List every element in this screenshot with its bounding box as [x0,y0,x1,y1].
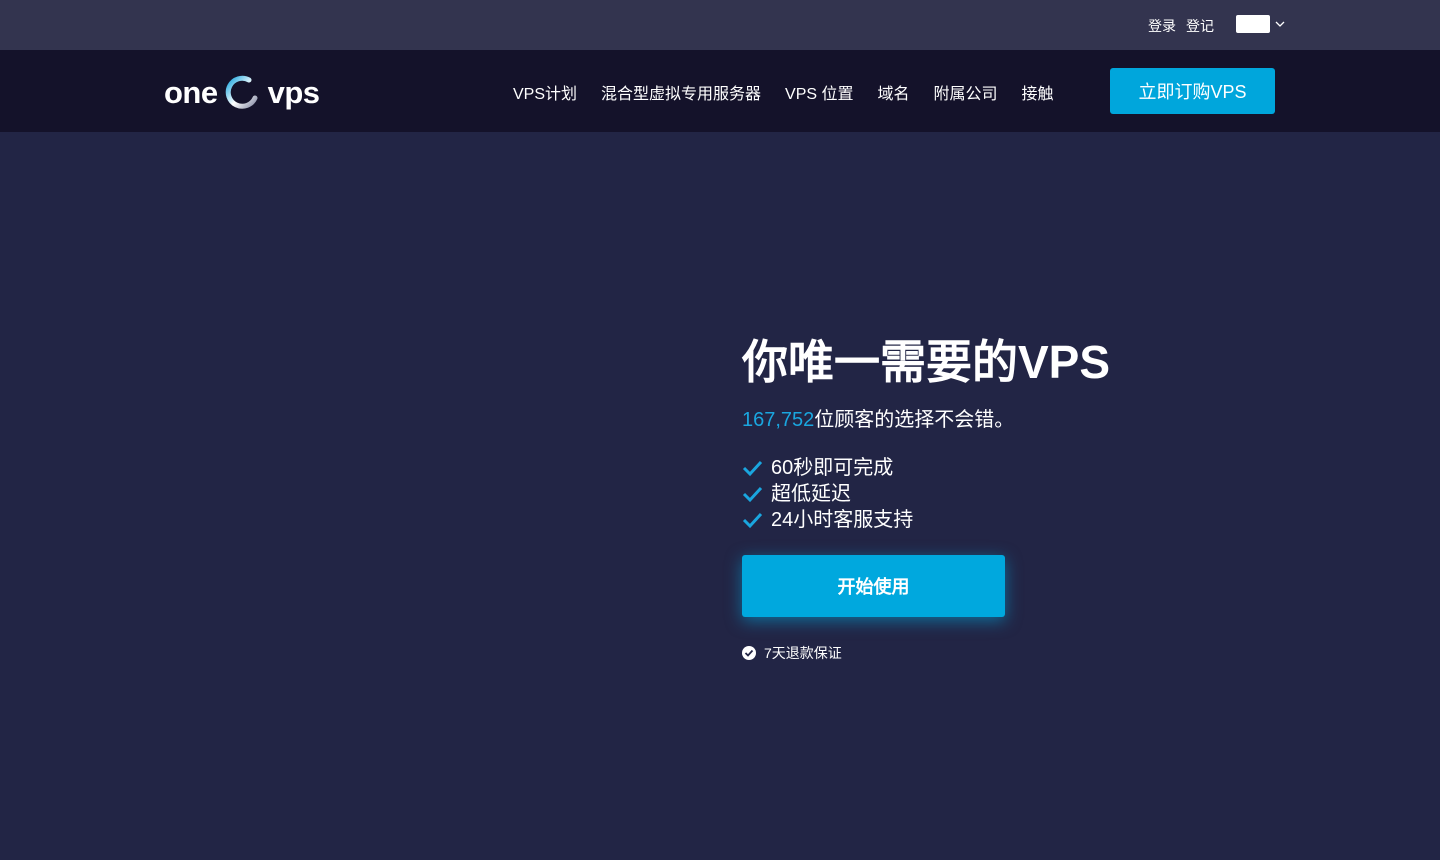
check-circle-icon [742,646,756,660]
check-icon [742,460,763,477]
check-icon [742,512,763,529]
customer-count: 167,752 [742,409,815,431]
hero-section: 你唯一需要的VPS 167,752位顾客的选择不会错。 60秒即可完成 超低延迟… [742,335,1262,663]
nav-item-affiliates[interactable]: 附属公司 [934,80,998,104]
language-selector[interactable] [1236,15,1286,33]
chevron-down-icon [1275,21,1285,27]
feature-list: 60秒即可完成 超低延迟 24小时客服支持 [742,455,1262,533]
start-button[interactable]: 开始使用 [742,555,1005,617]
nav-item-contact[interactable]: 接触 [1022,80,1054,104]
site-logo[interactable]: one vps [164,74,320,112]
login-link[interactable]: 登录 [1148,16,1176,36]
feature-label: 24小时客服支持 [771,509,914,531]
nav-item-vps-plans[interactable]: VPS计划 [513,80,577,104]
feature-item: 60秒即可完成 [742,455,1262,481]
logo-word-right: vps [267,75,320,110]
auth-links: 登录 登记 [1148,16,1214,36]
feature-item: 超低延迟 [742,481,1262,507]
feature-label: 超低延迟 [771,483,851,505]
register-link[interactable]: 登记 [1186,16,1214,36]
money-back-guarantee: 7天退款保证 [742,643,1262,663]
feature-item: 24小时客服支持 [742,507,1262,533]
subtitle-text: 位顾客的选择不会错。 [814,409,1015,431]
main-navbar: one vps VPS计划 混合型虚拟专用服务器 VPS 位置 域名 附属公司 … [0,50,1440,132]
nav-item-vps-locations[interactable]: VPS 位置 [785,80,853,104]
guarantee-label: 7天退款保证 [764,645,842,661]
check-icon [742,486,763,503]
nav-item-hybrid-vps[interactable]: 混合型虚拟专用服务器 [601,80,761,104]
feature-label: 60秒即可完成 [771,457,894,479]
hero-subtitle: 167,752位顾客的选择不会错。 [742,407,1262,433]
nav-menu: VPS计划 混合型虚拟专用服务器 VPS 位置 域名 附属公司 接触 [513,80,1054,104]
ring-logo-icon [225,75,258,109]
hero-title: 你唯一需要的VPS [742,336,1111,388]
top-bar: 登录 登记 [0,0,1440,50]
order-vps-button[interactable]: 立即订购VPS [1110,68,1275,114]
nav-item-domains[interactable]: 域名 [878,80,910,104]
logo-word-left: one [164,75,218,110]
flag-icon [1236,15,1270,33]
